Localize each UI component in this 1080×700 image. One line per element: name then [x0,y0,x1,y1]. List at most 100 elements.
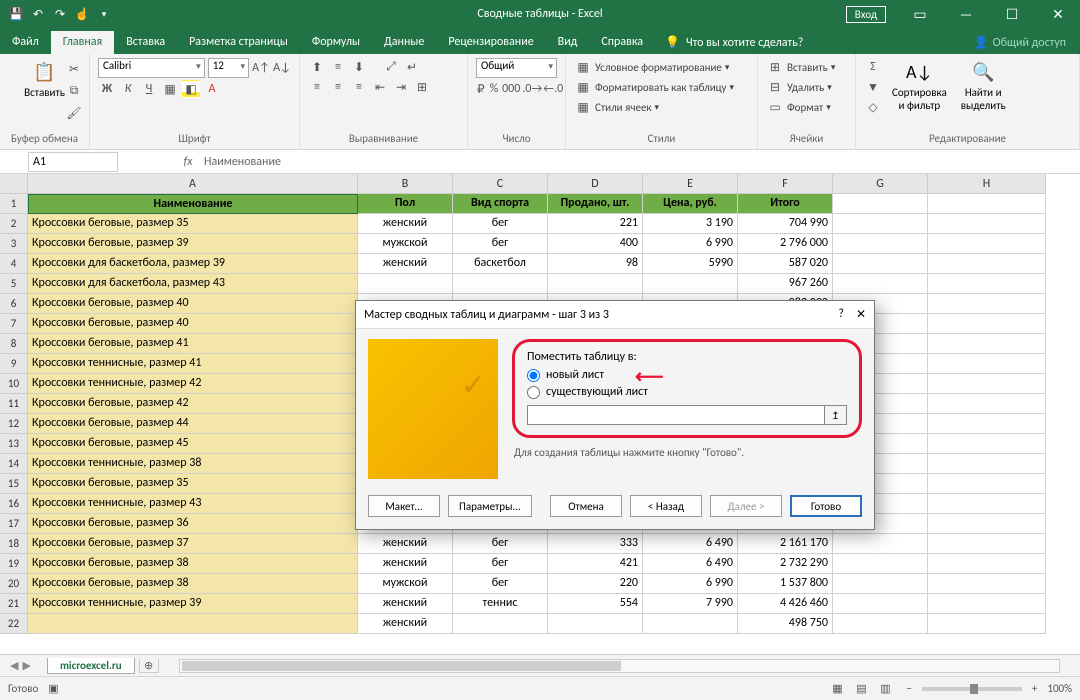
bold-button[interactable]: Ж [98,80,116,98]
merge-icon[interactable]: ⊞ [413,78,431,96]
align-middle-icon[interactable]: ≡ [329,58,347,76]
tab-formulas[interactable]: Формулы [300,31,372,54]
tab-home[interactable]: Главная [51,31,114,54]
percent-icon[interactable]: % [489,80,500,98]
decrease-decimal-icon[interactable]: ←.0 [544,80,562,98]
delete-cells-button[interactable]: Удалить [787,81,824,94]
format-cells-icon: ▭ [766,98,784,116]
fill-icon[interactable]: ▼ [864,78,882,96]
tab-review[interactable]: Рецензирование [436,31,545,54]
align-center-icon[interactable]: ≡ [329,78,347,96]
align-top-icon[interactable]: ⬆ [308,58,326,76]
quick-access-toolbar: 💾 ↶ ↷ ☝ ▾ [0,6,112,22]
new-sheet-button[interactable]: ⊕ [139,659,159,673]
sheet-nav-prev-icon[interactable]: ◀ [10,659,18,672]
sheet-tab[interactable]: microexcel.ru [47,658,135,674]
orientation-icon[interactable]: ⤢ [382,58,400,76]
copy-icon[interactable]: ⧉ [65,82,83,100]
tab-help[interactable]: Справка [589,31,655,54]
format-painter-icon[interactable]: 🖌 [65,104,83,122]
page-layout-view-icon[interactable]: ▤ [850,680,872,698]
tab-insert[interactable]: Вставка [114,31,177,54]
font-color-icon[interactable]: A [203,80,221,98]
normal-view-icon[interactable]: ▦ [826,680,848,698]
status-bar: Готово ▣ ▦ ▤ ▥ − + 100% [0,676,1080,700]
params-button[interactable]: Параметры... [448,495,532,517]
minimize-button[interactable]: — [944,0,988,28]
save-icon[interactable]: 💾 [8,6,24,22]
zoom-in-icon[interactable]: + [1032,682,1037,695]
insert-cells-button[interactable]: Вставить [787,61,828,74]
radio-existing-sheet[interactable]: существующий лист [527,385,847,399]
wrap-text-icon[interactable]: ↵ [403,58,421,76]
zoom-out-icon[interactable]: − [906,682,911,695]
borders-icon[interactable]: ▦ [161,80,179,98]
maximize-button[interactable]: ☐ [990,0,1034,28]
increase-indent-icon[interactable]: ⇥ [392,78,410,96]
dialog-close-icon[interactable]: ✕ [856,307,866,322]
finish-button[interactable]: Готово [790,495,862,517]
tell-me[interactable]: 💡Что вы хотите сделать? [655,31,813,54]
number-format-select[interactable]: Общий [476,58,557,78]
cancel-button[interactable]: Отмена [550,495,622,517]
autosum-icon[interactable]: Σ [864,58,882,76]
undo-icon[interactable]: ↶ [30,6,46,22]
align-bottom-icon[interactable]: ⬇ [350,58,368,76]
range-picker-icon[interactable]: ↥ [825,405,847,425]
clear-icon[interactable]: ◇ [864,98,882,116]
tab-file[interactable]: Файл [0,31,51,54]
find-select-button[interactable]: 🔍Найти и выделить [957,58,1010,114]
format-cells-button[interactable]: Формат [787,101,823,114]
range-input[interactable] [527,405,825,425]
touch-mode-icon[interactable]: ☝ [74,6,90,22]
column-headers[interactable]: ABCDEFGH [28,174,1046,194]
select-all-triangle[interactable] [0,174,28,194]
underline-button[interactable]: Ч [140,80,158,98]
ribbon-options-icon[interactable]: ▭ [898,0,942,28]
tab-page-layout[interactable]: Разметка страницы [177,31,300,54]
cell-styles-icon: ▦ [574,98,592,116]
sign-in-button[interactable]: Вход [846,6,886,23]
name-box[interactable]: A1 [28,152,118,172]
cond-format-button[interactable]: Условное форматирование [595,61,722,74]
font-size-select[interactable]: 12 [208,58,249,78]
decrease-font-icon[interactable]: A↓ [273,59,291,77]
increase-font-icon[interactable]: A↑ [252,59,270,77]
dialog-titlebar[interactable]: Мастер сводных таблиц и диаграмм - шаг 3… [356,301,874,329]
cell-styles-button[interactable]: Стили ячеек [595,101,652,114]
format-table-button[interactable]: Форматировать как таблицу [595,81,727,94]
next-button[interactable]: Далее > [710,495,782,517]
layout-button[interactable]: Макет... [368,495,440,517]
increase-decimal-icon[interactable]: .0→ [523,80,541,98]
page-break-view-icon[interactable]: ▥ [874,680,896,698]
font-name-select[interactable]: Calibri [98,58,205,78]
sort-filter-button[interactable]: A↓Сортировка и фильтр [888,58,951,114]
align-right-icon[interactable]: ≡ [350,78,368,96]
tab-data[interactable]: Данные [372,31,436,54]
cut-icon[interactable]: ✂ [65,60,83,78]
qat-customize-icon[interactable]: ▾ [96,6,112,22]
sheet-nav-next-icon[interactable]: ▶ [22,659,30,672]
row-headers[interactable]: 12345678910111213141516171819202122 [0,194,28,634]
formula-input[interactable]: Наименование [198,155,1080,169]
zoom-level[interactable]: 100% [1047,682,1072,695]
align-left-icon[interactable]: ≡ [308,78,326,96]
group-number-label: Число [476,130,557,147]
decrease-indent-icon[interactable]: ⇤ [371,78,389,96]
radio-new-sheet[interactable]: новый лист [527,368,847,382]
horizontal-scrollbar[interactable] [179,659,1060,673]
dialog-help-icon[interactable]: ? [838,307,844,322]
currency-icon[interactable]: ₽ [476,80,486,98]
back-button[interactable]: < Назад [630,495,702,517]
fill-color-icon[interactable]: ◧ [182,80,200,98]
italic-button[interactable]: К [119,80,137,98]
macro-record-icon[interactable]: ▣ [48,682,58,695]
fx-icon[interactable]: fx [178,155,198,169]
comma-icon[interactable]: 000 [502,80,520,98]
close-button[interactable]: ✕ [1036,0,1080,28]
zoom-slider[interactable] [922,687,1022,691]
tab-view[interactable]: Вид [546,31,590,54]
wizard-image [368,339,498,479]
share-button[interactable]: 👤Общий доступ [960,31,1080,54]
redo-icon[interactable]: ↷ [52,6,68,22]
